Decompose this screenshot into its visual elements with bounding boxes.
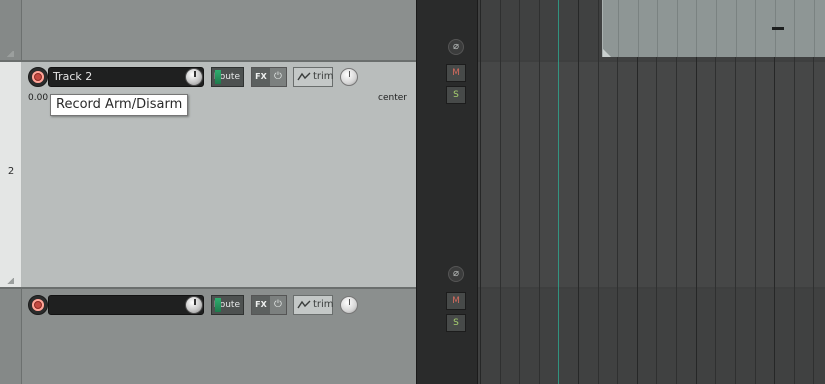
trim-envelope-icon xyxy=(297,72,311,81)
track-3-meter xyxy=(215,298,221,312)
track-2-route-button[interactable]: Route xyxy=(211,67,244,87)
grid-line xyxy=(578,0,579,384)
track-2-volume-knob[interactable] xyxy=(185,68,203,86)
media-item[interactable] xyxy=(602,0,825,57)
grid-line xyxy=(480,0,481,384)
phase-invert-icon[interactable]: ⌀ xyxy=(448,39,464,55)
item-fade-handle[interactable] xyxy=(603,49,611,57)
trim-envelope-icon xyxy=(297,300,311,309)
grid-line xyxy=(794,0,795,384)
track-1-panel[interactable] xyxy=(22,0,416,60)
fx-bypass-icon[interactable]: ⏻ xyxy=(270,68,286,86)
track-2-number: 2 xyxy=(7,166,15,177)
track-1-number-column xyxy=(0,0,22,60)
grid-line xyxy=(500,0,501,384)
record-arm-tooltip: Record Arm/Disarm xyxy=(50,94,189,116)
track-3-trim-button[interactable]: trim xyxy=(293,295,334,315)
track-2-solo-button[interactable]: S xyxy=(446,86,466,104)
fx-bypass-icon[interactable]: ⏻ xyxy=(270,296,286,314)
track-2-resize-grip[interactable] xyxy=(6,278,14,284)
grid-line xyxy=(519,0,520,384)
arrange-view[interactable] xyxy=(478,0,825,384)
track-2-number-column[interactable]: 2 xyxy=(0,62,22,287)
grid-line xyxy=(755,0,756,384)
track-2-lane[interactable] xyxy=(478,62,825,287)
track-3-name-field[interactable] xyxy=(48,295,204,315)
trim-label: trim xyxy=(313,299,334,310)
track-1-resize-grip[interactable] xyxy=(6,51,14,57)
track-3-record-arm-button[interactable] xyxy=(28,295,48,315)
grid-line xyxy=(617,0,618,384)
grid-line xyxy=(813,0,814,384)
grid-line xyxy=(539,0,540,384)
phase-invert-icon[interactable]: ⌀ xyxy=(448,266,464,282)
track-2-name-field[interactable]: Track 2 xyxy=(48,67,204,87)
track-2-meter xyxy=(215,70,221,84)
track-2-volume-readout: 0.00 xyxy=(28,93,49,103)
track-2-pan-knob[interactable] xyxy=(340,68,358,86)
item-marker xyxy=(772,27,784,30)
grid-line xyxy=(656,0,657,384)
record-arm-icon xyxy=(32,71,44,83)
grid-line xyxy=(676,0,677,384)
track-3-number-column[interactable] xyxy=(0,289,22,384)
track-3-solo-button[interactable]: S xyxy=(446,314,466,332)
track-2-pan-readout: center xyxy=(378,93,407,103)
track-3-fx-group: FX ⏻ xyxy=(251,295,287,315)
grid-line xyxy=(598,0,599,384)
grid-line xyxy=(774,0,775,384)
track-2-fx-group: FX ⏻ xyxy=(251,67,287,87)
track-3-route-button[interactable]: Route xyxy=(211,295,244,315)
track-3-fx-button[interactable]: FX xyxy=(252,296,270,314)
edit-cursor[interactable] xyxy=(558,0,559,384)
track-2-mute-button[interactable]: M xyxy=(446,64,466,82)
grid-line xyxy=(696,0,697,384)
track-3-volume-knob[interactable] xyxy=(185,296,203,314)
track-3-mute-button[interactable]: M xyxy=(446,292,466,310)
track-2-fx-button[interactable]: FX xyxy=(252,68,270,86)
trim-label: trim xyxy=(313,71,334,82)
grid-line xyxy=(715,0,716,384)
track-2-name: Track 2 xyxy=(53,70,93,83)
record-arm-icon xyxy=(32,299,44,311)
track-3-lane[interactable] xyxy=(478,289,825,384)
track-2-trim-button[interactable]: trim xyxy=(293,67,334,87)
track-2-record-arm-button[interactable] xyxy=(28,67,48,87)
track-control-panel: 2 Track 2 Route FX ⏻ trim 0.00 center Re… xyxy=(0,0,416,384)
grid-line xyxy=(637,0,638,384)
grid-line xyxy=(735,0,736,384)
track-3-pan-knob[interactable] xyxy=(340,296,358,314)
